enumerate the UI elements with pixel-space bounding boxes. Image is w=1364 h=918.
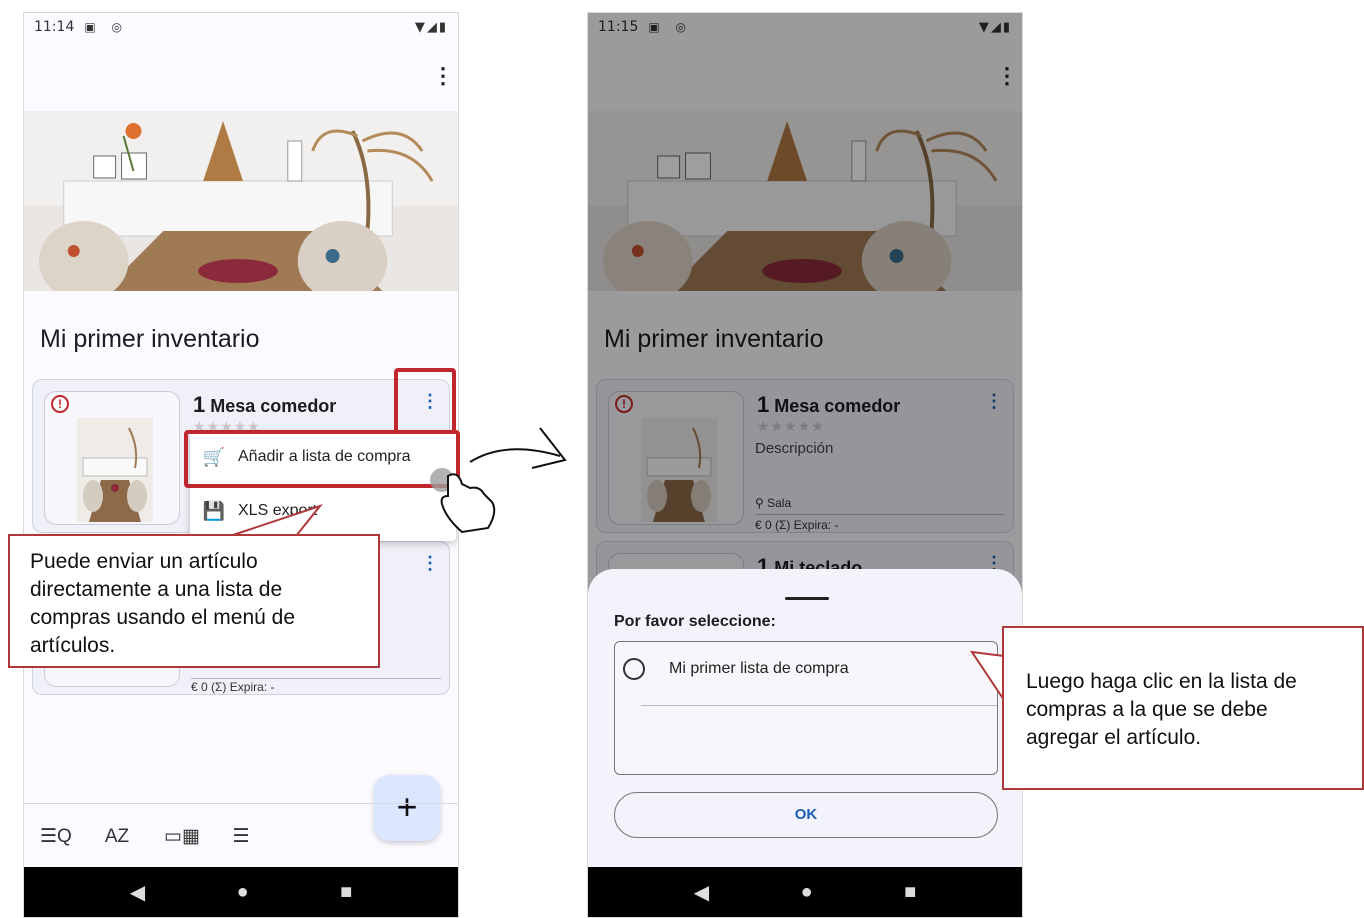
callout-text: Puede enviar un artículo directamente a … xyxy=(30,550,295,657)
callout-text: Luego haga clic en la lista de compras a… xyxy=(1026,670,1297,749)
tip-callout-right: Luego haga clic en la lista de compras a… xyxy=(1002,626,1364,790)
tip-callout-left: Puede enviar un artículo directamente a … xyxy=(8,534,380,668)
tap-hand-icon xyxy=(430,468,496,534)
